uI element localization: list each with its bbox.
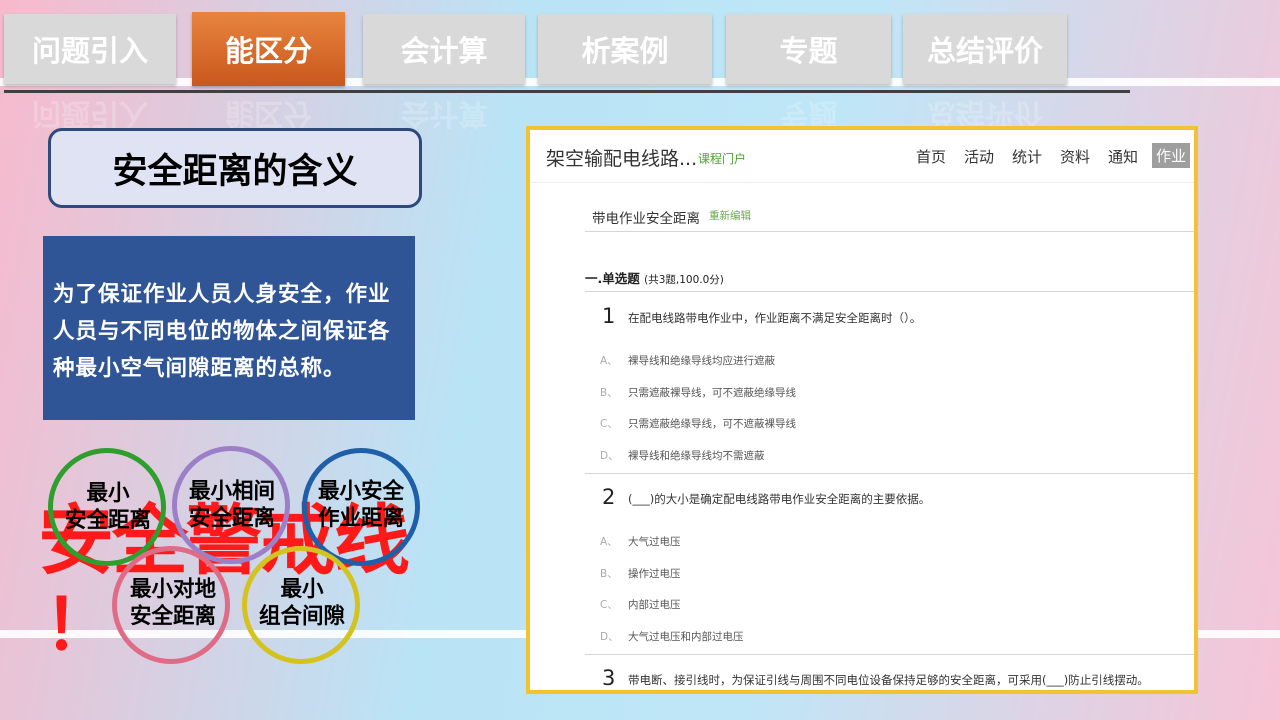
option-label: B、 — [600, 568, 618, 580]
definition-text: 为了保证作业人员人身安全，作业人员与不同电位的物体之间保证各种最小空气间隙距离的… — [53, 282, 391, 381]
option-text[interactable]: 只需遮蔽绝缘导线，可不遮蔽裸导线 — [628, 416, 796, 431]
nav-activity[interactable]: 活动 — [964, 146, 994, 167]
circle-label-line: 安全距离 — [129, 604, 216, 629]
exclamation-mark: ！ — [44, 584, 114, 666]
option-label: A、 — [600, 355, 618, 367]
circle-label-line: 安全距离 — [64, 508, 151, 533]
circle-label-line: 组合间隙 — [258, 604, 345, 629]
circle-label-line: 安全距离 — [188, 506, 275, 531]
nav-homework[interactable]: 作业 — [1152, 143, 1191, 168]
divider — [585, 473, 1194, 474]
option-text[interactable]: 大气过电压和内部过电压 — [628, 629, 744, 644]
option-label: A、 — [600, 536, 618, 548]
reedit-link[interactable]: 重新编辑 — [709, 208, 751, 223]
circle-label-line: 最小 — [86, 481, 130, 506]
option-text[interactable]: 只需遮蔽裸导线，可不遮蔽绝缘导线 — [628, 385, 796, 400]
tab-reflection-text: 问题引入 — [31, 97, 148, 131]
slide-title: 安全距离的含义 — [112, 151, 358, 192]
circle-label-line: 最小 — [280, 577, 324, 602]
definition-box: 为了保证作业人员人身安全，作业人员与不同电位的物体之间保证各种最小空气间隙距离的… — [43, 236, 415, 420]
circle-label: 最小相间 安全距离 — [186, 478, 278, 532]
question-number: 3 — [602, 666, 616, 690]
divider — [585, 291, 1194, 292]
nav-notice[interactable]: 通知 — [1108, 146, 1138, 167]
course-title[interactable]: 架空输配电线路... — [546, 144, 697, 171]
circle-label-line: 作业距离 — [317, 506, 404, 531]
course-header: 架空输配电线路... 课程门户 首页 活动 统计 资料 通知 作业 — [530, 130, 1194, 183]
tab-topic[interactable]: 专题 — [726, 14, 891, 84]
option-label: C、 — [600, 599, 618, 611]
nav-statistics[interactable]: 统计 — [1012, 146, 1042, 167]
option-label: D、 — [600, 450, 619, 462]
circle-label-line: 最小对地 — [129, 577, 216, 602]
section-title: 一.单选题 — [585, 271, 640, 286]
circle-label: 最小 安全距离 — [62, 480, 154, 534]
option-text[interactable]: 裸导线和绝缘导线均应进行遮蔽 — [628, 353, 775, 368]
option-text[interactable]: 内部过电压 — [628, 597, 681, 612]
tab-case-analysis[interactable]: 析案例 — [538, 14, 712, 84]
homework-screenshot-panel: 架空输配电线路... 课程门户 首页 活动 统计 资料 通知 作业 带电作业安全… — [526, 126, 1198, 694]
tab-reflection: 能区分 — [192, 96, 345, 132]
course-portal-link[interactable]: 课程门户 — [698, 150, 746, 167]
circle-label: 最小对地 安全距离 — [127, 576, 219, 630]
circle-label-line: 最小相间 — [188, 479, 275, 504]
question-number: 2 — [602, 485, 616, 509]
option-label: B、 — [600, 387, 618, 399]
circle-label-line: 最小安全 — [317, 479, 404, 504]
tab-reflection-text: 能区分 — [224, 97, 312, 131]
tab-calculate[interactable]: 会计算 — [363, 14, 525, 84]
question-number: 1 — [602, 304, 616, 328]
option-text[interactable]: 大气过电压 — [628, 534, 681, 549]
section-meta: (共3题,100.0分) — [644, 274, 724, 286]
option-text[interactable]: 操作过电压 — [628, 566, 681, 581]
tab-underline — [4, 90, 1130, 93]
option-label: C、 — [600, 418, 618, 430]
tab-reflection: 问题引入 — [4, 96, 176, 132]
question-text: (___)的大小是确定配电线路带电作业安全距离的主要依据。 — [628, 492, 931, 506]
question-text: 带电断、接引线时，为保证引线与周围不同电位设备保持足够的安全距离，可采用(___… — [628, 673, 1149, 687]
homework-title: 带电作业安全距离 — [592, 211, 700, 227]
divider — [585, 654, 1194, 655]
option-label: D、 — [600, 631, 619, 643]
tab-reflection: 会计算 — [363, 96, 525, 132]
tab-intro[interactable]: 问题引入 — [4, 14, 176, 84]
nav-materials[interactable]: 资料 — [1060, 146, 1090, 167]
option-text[interactable]: 裸导线和绝缘导线均不需遮蔽 — [628, 448, 765, 463]
tab-distinguish[interactable]: 能区分 — [192, 12, 345, 86]
circle-label: 最小 组合间隙 — [256, 576, 348, 630]
slide-title-box: 安全距离的含义 — [48, 128, 422, 208]
divider — [585, 231, 1194, 232]
nav-home[interactable]: 首页 — [916, 146, 946, 167]
tab-reflection-text: 会计算 — [400, 97, 488, 131]
tab-summary[interactable]: 总结评价 — [903, 14, 1067, 84]
question-text: 在配电线路带电作业中，作业距离不满足安全距离时（）。 — [628, 311, 922, 325]
section-heading: 一.单选题 (共3题,100.0分) — [585, 268, 724, 287]
circle-label: 最小安全 作业距离 — [315, 478, 407, 532]
